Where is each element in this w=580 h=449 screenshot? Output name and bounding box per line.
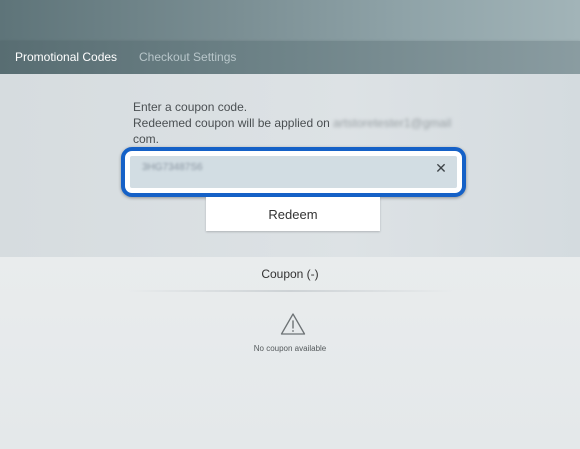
close-icon[interactable]: ✕	[433, 156, 449, 188]
coupon-list-panel	[0, 257, 580, 449]
instructions-line-1: Enter a coupon code.	[133, 100, 248, 114]
coupon-input-highlight: 3HG73487S6 ✕	[121, 147, 466, 197]
instructions-line-3: com.	[133, 132, 160, 146]
instructions-applied-on: Redeemed coupon will be applied on	[133, 116, 330, 130]
empty-state-text: No coupon available	[253, 344, 327, 353]
tab-checkout-settings[interactable]: Checkout Settings	[139, 41, 236, 74]
tab-promotional-codes[interactable]: Promotional Codes	[15, 41, 117, 74]
tab-bar: Promotional Codes Checkout Settings	[0, 41, 580, 74]
coupon-instructions: Enter a coupon code. Redeemed coupon wil…	[133, 99, 463, 147]
coupon-code-input[interactable]: 3HG73487S6 ✕	[130, 156, 457, 188]
divider	[125, 290, 455, 292]
redeem-button[interactable]: Redeem	[206, 197, 380, 231]
coupon-code-value: 3HG73487S6	[142, 162, 203, 173]
instructions-line-2: Redeemed coupon will be applied on artst…	[133, 115, 463, 131]
coupon-list-header: Coupon (-)	[261, 267, 319, 281]
account-email-blurred: artstoretester1@gmail	[333, 116, 452, 130]
warning-icon	[280, 313, 306, 335]
window-header-band	[0, 0, 580, 41]
